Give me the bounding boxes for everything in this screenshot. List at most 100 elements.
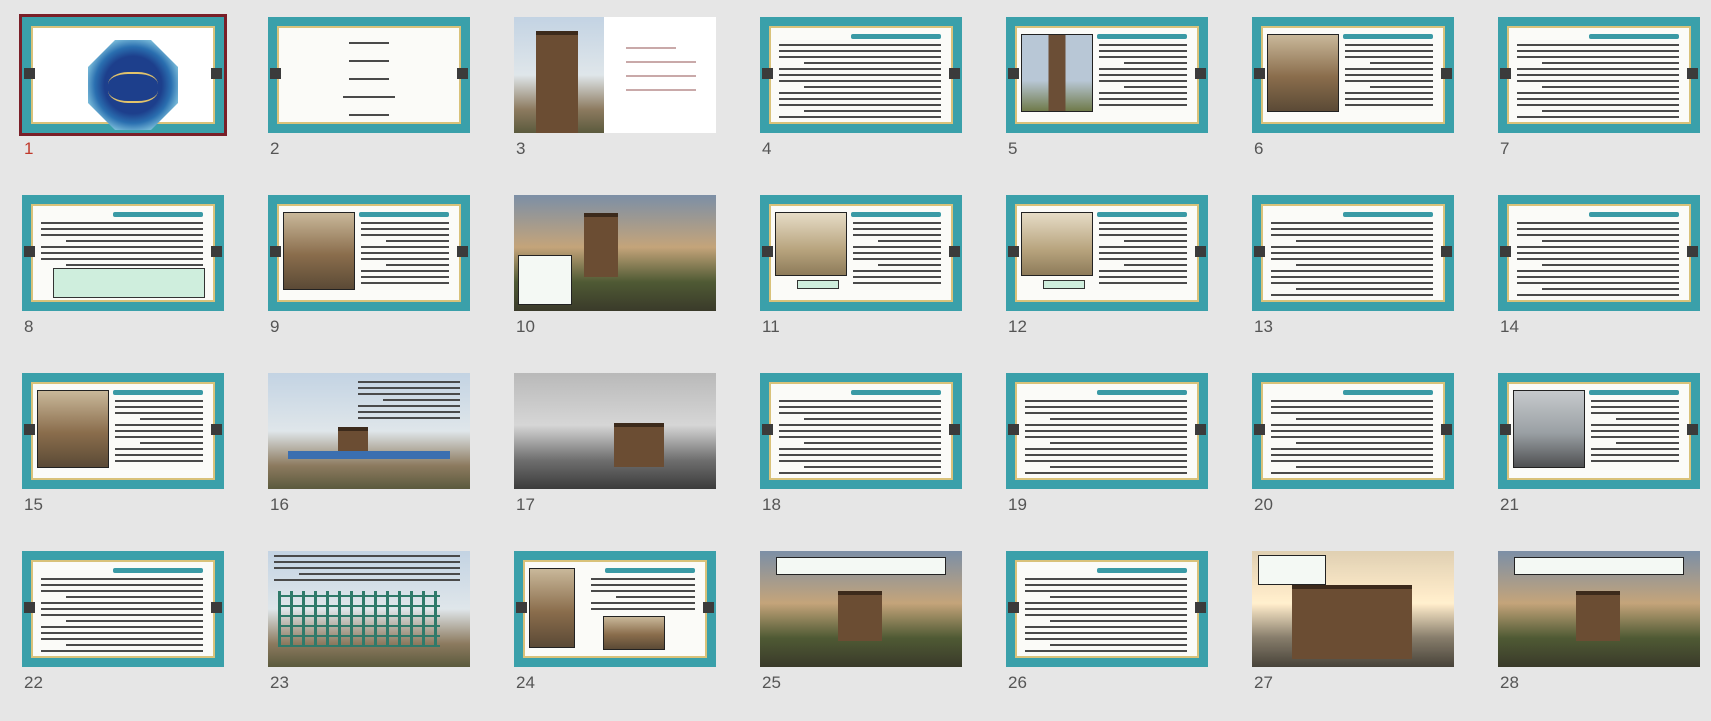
slide-thumbnail[interactable] bbox=[1006, 373, 1208, 489]
slide-thumbnail[interactable] bbox=[514, 373, 716, 489]
frame-tab-right bbox=[1687, 424, 1698, 435]
text-line bbox=[1099, 50, 1187, 52]
slide-cell: 26 bbox=[1006, 551, 1208, 721]
slide-cell: 20 bbox=[1252, 373, 1454, 543]
text-line bbox=[804, 466, 941, 468]
slide-thumbnail[interactable] bbox=[1252, 373, 1454, 489]
text-line bbox=[349, 42, 389, 44]
text-line bbox=[1591, 412, 1679, 414]
slide-title bbox=[1589, 390, 1679, 395]
text-line bbox=[616, 596, 695, 598]
text-line bbox=[1517, 56, 1679, 58]
slide-number: 15 bbox=[24, 495, 43, 514]
text-line bbox=[358, 417, 460, 419]
text-line bbox=[1271, 460, 1433, 462]
text-line bbox=[804, 62, 941, 64]
text-line bbox=[853, 258, 941, 260]
slide-title bbox=[1343, 34, 1433, 39]
frame-tab-left bbox=[1008, 602, 1019, 613]
slide-cell: 4 bbox=[760, 17, 962, 187]
text-line bbox=[1517, 104, 1679, 106]
text-line bbox=[1296, 442, 1433, 444]
slide-content bbox=[1015, 560, 1199, 658]
text-line bbox=[1025, 632, 1187, 634]
slide-content bbox=[1015, 382, 1199, 480]
text-line bbox=[361, 258, 449, 260]
frame-tab-left bbox=[1008, 424, 1019, 435]
slide-thumbnail[interactable] bbox=[760, 17, 962, 133]
frame-tab-right bbox=[211, 424, 222, 435]
slide-thumbnail[interactable] bbox=[514, 17, 716, 133]
text-line bbox=[41, 258, 203, 260]
slide-thumbnail[interactable] bbox=[22, 195, 224, 311]
slide-thumbnail[interactable] bbox=[22, 551, 224, 667]
slide-thumbnail[interactable] bbox=[268, 17, 470, 133]
slide-thumbnail[interactable] bbox=[760, 373, 962, 489]
slide-number: 8 bbox=[24, 317, 34, 336]
text-line bbox=[1345, 68, 1433, 70]
slide-thumbnail[interactable] bbox=[1498, 195, 1700, 311]
slide-content bbox=[1261, 204, 1445, 302]
text-line bbox=[115, 454, 203, 456]
slide-image bbox=[1513, 390, 1585, 468]
slide-title bbox=[113, 212, 203, 217]
slide-thumbnail[interactable] bbox=[514, 551, 716, 667]
text-line bbox=[66, 596, 203, 598]
tower-building bbox=[584, 213, 618, 277]
slide-thumbnail[interactable] bbox=[1006, 17, 1208, 133]
text-line bbox=[1542, 288, 1679, 290]
text-line bbox=[1370, 86, 1433, 88]
slide-thumbnail[interactable] bbox=[1006, 195, 1208, 311]
slide-cell: 11 bbox=[760, 195, 962, 365]
slide-thumbnail[interactable] bbox=[268, 195, 470, 311]
slide-thumbnail[interactable] bbox=[268, 373, 470, 489]
slide-thumbnail[interactable] bbox=[760, 551, 962, 667]
text-line bbox=[41, 650, 203, 652]
text-line bbox=[140, 442, 203, 444]
slide-thumbnail[interactable] bbox=[1498, 373, 1700, 489]
text-line bbox=[591, 590, 695, 592]
slide-thumbnail[interactable] bbox=[1006, 551, 1208, 667]
slide-thumbnail[interactable] bbox=[1252, 17, 1454, 133]
text-line bbox=[1025, 472, 1187, 474]
text-line bbox=[1025, 460, 1187, 462]
slide-cell: 15 bbox=[22, 373, 224, 543]
text-line bbox=[1345, 50, 1433, 52]
slide-thumbnail[interactable] bbox=[1252, 195, 1454, 311]
slide-sorter-grid: 1 2 3 4 5 6 7 8 9 10 11 12 13 14 15 16 17 18 19 20 21 22 23 24 2… bbox=[0, 0, 1711, 708]
text-line bbox=[779, 454, 941, 456]
slide-number: 12 bbox=[1008, 317, 1027, 336]
slide-thumbnail[interactable] bbox=[22, 373, 224, 489]
text-line bbox=[1025, 448, 1187, 450]
text-line bbox=[1517, 44, 1679, 46]
text-line bbox=[1050, 644, 1187, 646]
slide-thumbnail[interactable] bbox=[1252, 551, 1454, 667]
text-line bbox=[1370, 62, 1433, 64]
text-line bbox=[41, 234, 203, 236]
text-line bbox=[1517, 270, 1679, 272]
slide-number: 4 bbox=[762, 139, 772, 158]
slide-title bbox=[851, 212, 941, 217]
slide-thumbnail[interactable] bbox=[268, 551, 470, 667]
text-line bbox=[1099, 258, 1187, 260]
text-line bbox=[626, 47, 676, 49]
text-line bbox=[1025, 602, 1187, 604]
text-line bbox=[1050, 620, 1187, 622]
slide-thumbnail[interactable] bbox=[19, 14, 227, 136]
slide-thumbnail[interactable] bbox=[1498, 551, 1700, 667]
text-line bbox=[1591, 460, 1679, 462]
text-line bbox=[1025, 614, 1187, 616]
slide-cell: 19 bbox=[1006, 373, 1208, 543]
slide-image bbox=[283, 212, 355, 290]
text-line bbox=[1345, 74, 1433, 76]
text-line bbox=[1296, 240, 1433, 242]
slide-thumbnail[interactable] bbox=[1498, 17, 1700, 133]
slide-number: 27 bbox=[1254, 673, 1273, 692]
text-line bbox=[779, 400, 941, 402]
text-line bbox=[1517, 246, 1679, 248]
text-line bbox=[1271, 222, 1433, 224]
slide-thumbnail[interactable] bbox=[514, 195, 716, 311]
slide-content bbox=[523, 560, 707, 658]
text-line bbox=[1099, 228, 1187, 230]
slide-thumbnail[interactable] bbox=[760, 195, 962, 311]
